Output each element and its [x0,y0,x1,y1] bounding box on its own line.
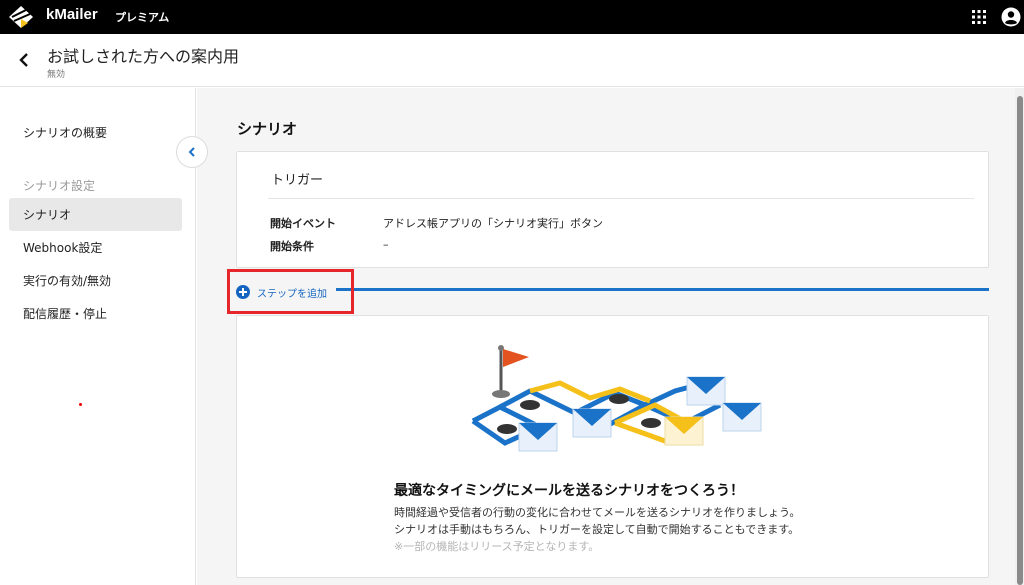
sidebar-item-history[interactable]: 配信履歴・停止 [9,297,182,330]
sidebar-item-label: Webhook設定 [23,241,103,255]
kmailer-logo-icon [9,6,33,28]
sidebar-item-overview[interactable]: シナリオの概要 [9,116,182,149]
sidebar: シナリオの概要 シナリオ設定 シナリオ Webhook設定 実行の有効/無効 配… [0,88,196,585]
plan-badge: プレミアム [115,11,170,24]
add-step-label: ステップを追加 [257,288,327,300]
account-icon[interactable] [1001,7,1021,27]
sidebar-item-webhook[interactable]: Webhook設定 [9,231,182,264]
trigger-event-key: 開始イベント [270,217,336,230]
top-bar: kMailer プレミアム [0,0,1024,34]
trigger-card [236,151,989,268]
scenario-illustration-icon [471,345,762,452]
sidebar-item-label: 配信履歴・停止 [23,307,108,321]
empty-state-description: シナリオは手動はもちろん、トリガーを設定して自動で開始することもできます。 [394,523,800,536]
sidebar-item-label: シナリオの概要 [23,126,108,140]
scenario-status: 無効 [47,70,66,80]
app-brand: kMailer [46,6,98,23]
collapse-sidebar-button[interactable] [176,136,208,168]
empty-state-heading: 最適なタイミングにメールを送るシナリオをつくろう！ [394,483,744,499]
back-arrow-icon[interactable] [18,52,30,68]
cursor-dot [79,403,82,406]
trigger-condition-key: 開始条件 [270,240,314,253]
add-step-button[interactable]: ステップを追加 [236,284,327,300]
page-header: お試しされた方への案内用 無効 [0,34,1024,87]
sidebar-item-label: シナリオ [23,208,72,222]
trigger-condition-value: – [383,238,389,251]
scrollbar-thumb[interactable] [1017,96,1023,585]
page-title: お試しされた方への案内用 [47,47,240,66]
plus-circle-icon [236,285,250,299]
flow-connector-line [336,288,989,291]
sidebar-section-label: シナリオ設定 [23,179,96,193]
trigger-event-value: アドレス帳アプリの「シナリオ実行」ボタン [383,217,603,230]
sidebar-item-scenario[interactable]: シナリオ [9,198,182,231]
apps-grid-icon[interactable] [972,10,986,24]
chevron-left-icon [188,147,195,157]
empty-state-description: 時間経過や受信者の行動の変化に合わせてメールを送るシナリオを作りましょう。 [394,506,801,519]
sidebar-item-enable[interactable]: 実行の有効/無効 [9,264,182,297]
sidebar-item-label: 実行の有効/無効 [23,274,112,288]
divider [268,198,974,199]
trigger-title: トリガー [271,173,324,188]
section-title: シナリオ [237,120,298,138]
empty-state-note: ※一部の機能はリリース予定となります。 [394,540,600,553]
